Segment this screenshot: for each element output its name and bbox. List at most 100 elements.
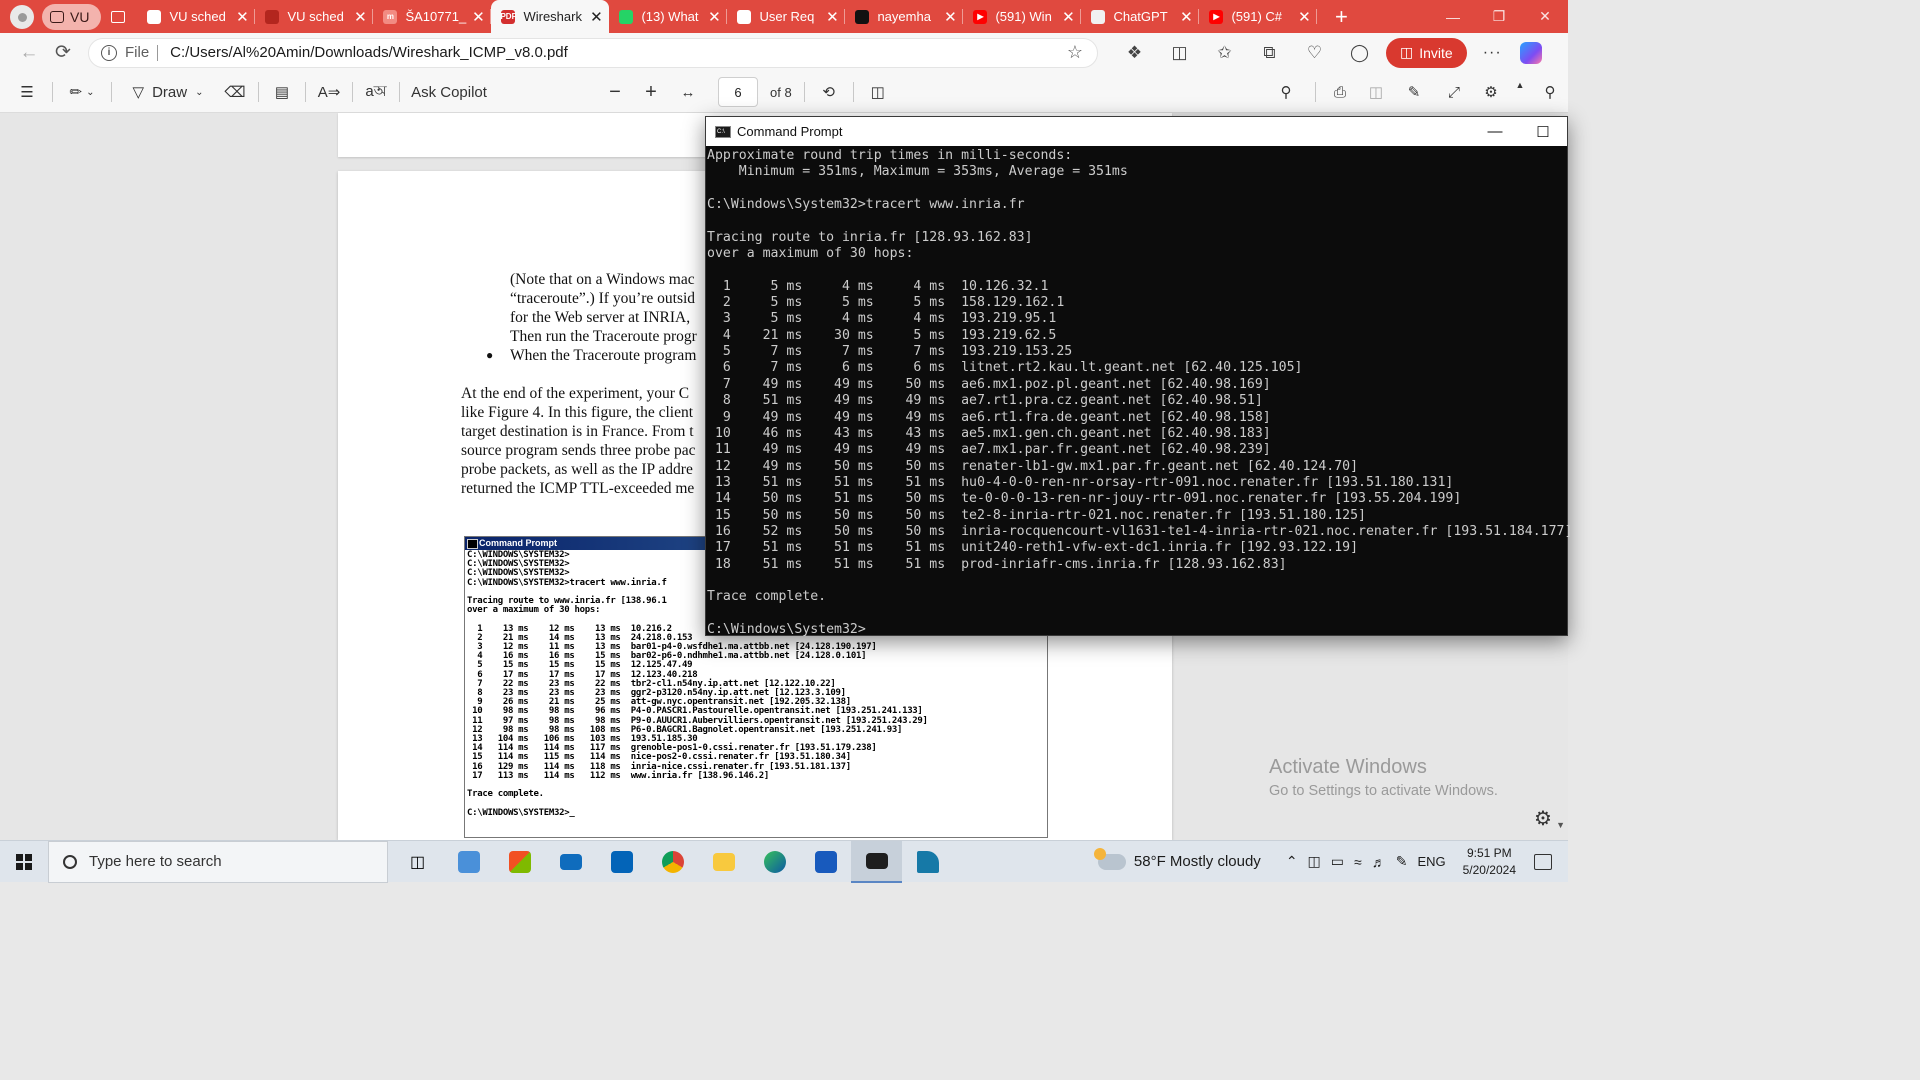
browser-tab[interactable]: PDF Wireshark ✕ <box>491 0 610 33</box>
edge-icon[interactable] <box>749 841 800 883</box>
tab-close-icon[interactable]: ✕ <box>235 8 249 26</box>
file-explorer-icon[interactable] <box>698 841 749 883</box>
microsoft-store-icon[interactable] <box>494 841 545 883</box>
cmd-title-bar[interactable]: C:\ Command Prompt — ☐ <box>706 117 1567 146</box>
browser-tab[interactable]: VU sched ✕ <box>255 0 374 33</box>
cmd-maximize-button[interactable]: ☐ <box>1519 123 1567 141</box>
chrome-icon[interactable] <box>647 841 698 883</box>
tab-close-icon[interactable]: ✕ <box>1061 8 1075 26</box>
profile-avatar-icon[interactable] <box>10 4 34 29</box>
browser-tab[interactable]: ▶ (591) C# ✕ <box>1199 0 1318 33</box>
browser-essentials-icon[interactable]: ♡ <box>1292 43 1337 63</box>
browser-tab[interactable]: nayemha ✕ <box>845 0 964 33</box>
terminal-icon[interactable] <box>851 840 902 883</box>
translate-icon[interactable]: aঅ <box>359 77 393 107</box>
device-icon[interactable]: ◫ <box>1308 853 1321 870</box>
weather-widget[interactable]: 58°F Mostly cloudy <box>1093 847 1261 870</box>
new-tab-button[interactable]: + <box>1329 4 1353 30</box>
tab-close-icon[interactable]: ✕ <box>1179 8 1193 26</box>
fullscreen-icon[interactable]: ⤢ <box>1434 77 1474 107</box>
outlook-icon[interactable] <box>596 841 647 883</box>
browser-tab[interactable]: VU sched ✕ <box>137 0 256 33</box>
pen-icon[interactable]: ✎ <box>1396 853 1408 870</box>
system-tray: 58°F Mostly cloudy ⌃ ◫ ▭ ≈ ♬ ✎ ENG 9:51 … <box>1093 841 1568 883</box>
toolbar-divider <box>1315 82 1316 102</box>
text-line: Then run the Traceroute progr <box>510 328 697 345</box>
toolbar-divider <box>352 82 353 102</box>
scroll-up-icon[interactable]: ▲ <box>1508 77 1532 93</box>
url-text[interactable]: C:/Users/Al%20Amin/Downloads/Wireshark_I… <box>170 44 568 61</box>
favorite-star-icon[interactable]: ☆ <box>1067 42 1083 63</box>
highlight-icon[interactable]: ✏ ⌄ <box>59 77 105 107</box>
notification-center-icon[interactable] <box>1534 853 1552 870</box>
tab-close-icon[interactable]: ✕ <box>471 8 485 26</box>
address-bar[interactable]: i File C:/Users/Al%20Amin/Downloads/Wire… <box>88 37 1098 68</box>
page-number-input[interactable]: 6 <box>718 77 758 107</box>
word-icon[interactable] <box>800 841 851 883</box>
close-window-button[interactable]: ✕ <box>1522 0 1568 33</box>
language-indicator[interactable]: ENG <box>1417 854 1445 869</box>
settings-gear-icon[interactable]: ⚙ <box>1474 77 1508 107</box>
draw-button[interactable]: ▽ Draw ⌄ <box>118 77 218 107</box>
wifi-icon[interactable]: ≈ <box>1354 854 1362 870</box>
chevron-up-icon[interactable]: ⌃ <box>1286 853 1298 870</box>
search-icon[interactable]: ⚲ <box>1263 77 1309 107</box>
fit-width-icon[interactable]: ↔ <box>670 77 706 107</box>
tab-close-icon[interactable]: ✕ <box>589 8 603 26</box>
more-options-icon[interactable]: ··· <box>1483 44 1502 62</box>
wireshark-icon[interactable] <box>902 841 953 883</box>
minimize-button[interactable]: — <box>1430 0 1476 33</box>
tab-close-icon[interactable]: ✕ <box>353 8 367 26</box>
print-icon[interactable]: ⎙ <box>1322 77 1358 107</box>
collections-icon[interactable]: ⧉ <box>1247 43 1292 63</box>
ask-copilot-button[interactable]: Ask Copilot <box>406 77 492 107</box>
command-prompt-window[interactable]: C:\ Command Prompt — ☐ Approximate round… <box>705 116 1572 638</box>
browser-tab[interactable]: ChatGPT ✕ <box>1081 0 1200 33</box>
maximize-button[interactable]: ❐ <box>1476 0 1522 33</box>
favorites-icon[interactable]: ✩ <box>1202 43 1247 63</box>
task-view-icon[interactable]: ◫ <box>392 841 443 883</box>
browser-tab[interactable]: ▶ (591) Win ✕ <box>963 0 1082 33</box>
zoom-in-icon[interactable]: + <box>632 77 670 107</box>
page-view-icon[interactable]: ◫ <box>860 77 896 107</box>
table-of-contents-icon[interactable]: ☰ <box>8 77 46 107</box>
scroll-down-icon[interactable]: ▼ <box>1556 820 1565 830</box>
text-box-icon[interactable]: ▤ <box>265 77 299 107</box>
read-aloud-icon[interactable]: A⇒ <box>312 77 346 107</box>
battery-icon[interactable]: ▭ <box>1331 853 1344 870</box>
copilot-icon[interactable] <box>1519 41 1542 64</box>
page-settings-gear-icon[interactable]: ⚙ <box>1534 806 1552 831</box>
rotate-icon[interactable]: ⟲ <box>811 77 847 107</box>
tab-close-icon[interactable]: ✕ <box>943 8 957 26</box>
browser-tab[interactable]: User Req ✕ <box>727 0 846 33</box>
volume-icon[interactable]: ♬ <box>1372 854 1386 870</box>
mail-icon[interactable] <box>545 841 596 883</box>
copilot-chat-icon[interactable]: ◯ <box>1337 43 1382 63</box>
browser-tab[interactable]: m ŠA10771_ ✕ <box>373 0 492 33</box>
cmd-console-output[interactable]: Approximate round trip times in milli-se… <box>706 146 1572 638</box>
site-info-icon[interactable]: i <box>101 44 117 61</box>
save-icon[interactable]: ◫ <box>1358 77 1394 107</box>
back-arrow-icon[interactable]: ← <box>12 42 46 64</box>
clock[interactable]: 9:51 PM 5/20/2024 <box>1463 845 1516 879</box>
tab-close-icon[interactable]: ✕ <box>1297 8 1311 26</box>
split-screen-icon[interactable]: ◫ <box>1157 43 1202 63</box>
cmd-minimize-button[interactable]: — <box>1471 123 1519 141</box>
pdf-toolbar: ☰ ✏ ⌄ ▽ Draw ⌄ ⌫ ▤ A⇒ aঅ Ask Copilot − +… <box>0 72 1568 113</box>
refresh-icon[interactable]: ⟳ <box>46 41 80 64</box>
tab-close-icon[interactable]: ✕ <box>825 8 839 26</box>
workspace-button[interactable]: VU <box>42 3 102 30</box>
save-as-icon[interactable]: ✎ <box>1394 77 1434 107</box>
developer-app-icon[interactable] <box>443 841 494 883</box>
tab-label: ŠA10771_ <box>405 9 467 24</box>
sidebar-search-icon[interactable]: ⚲ <box>1532 77 1568 107</box>
start-button[interactable] <box>0 841 48 883</box>
browser-tab[interactable]: (13) What ✕ <box>609 0 728 33</box>
tab-close-icon[interactable]: ✕ <box>707 8 721 26</box>
zoom-out-icon[interactable]: − <box>598 77 632 107</box>
eraser-icon[interactable]: ⌫ <box>218 77 252 107</box>
invite-button[interactable]: ◫ Invite <box>1386 37 1467 68</box>
extensions-icon[interactable]: ❖ <box>1112 43 1157 63</box>
tab-actions-icon[interactable] <box>111 10 126 23</box>
taskbar-search-box[interactable]: Type here to search <box>48 840 388 883</box>
